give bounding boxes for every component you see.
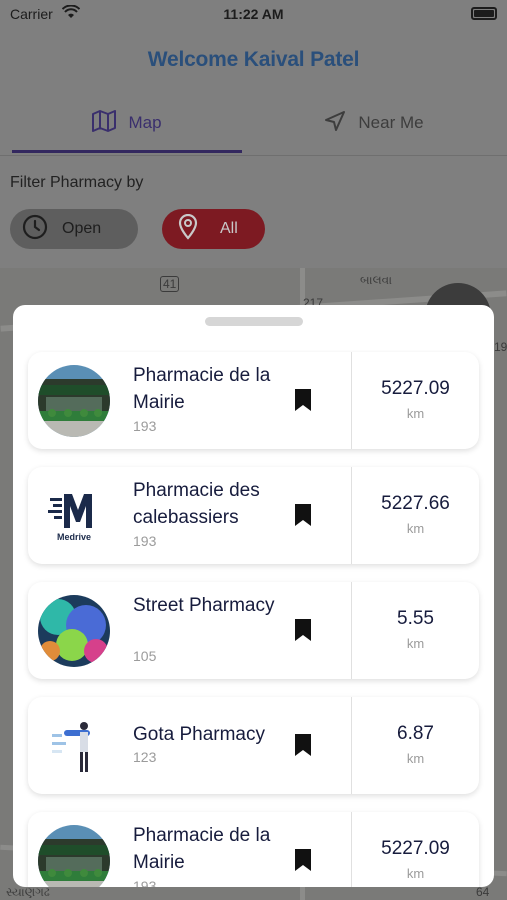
map-road-label: 41 <box>160 276 180 292</box>
pharmacy-bottom-sheet[interactable]: Pharmacie de la Mairie 193 5227.09 km Me… <box>13 305 494 887</box>
pharmacy-count: 105 <box>133 648 157 664</box>
pharmacy-count: 123 <box>133 749 157 765</box>
tab-bar: Map Near Me <box>0 92 507 156</box>
pharmacy-card[interactable]: Gota Pharmacy 123 6.87 km <box>28 697 479 794</box>
map-road-label: 64 <box>476 885 490 899</box>
bookmark-icon[interactable] <box>294 388 312 412</box>
tab-map[interactable]: Map <box>12 92 242 154</box>
status-bar: Carrier 11:22 AM <box>0 0 507 28</box>
pharmacy-thumbnail <box>38 710 110 782</box>
card-divider <box>351 352 352 449</box>
distance-unit: km <box>406 751 425 766</box>
sheet-drag-handle[interactable] <box>205 317 303 326</box>
pharmacy-name: Pharmacie de la Mairie <box>133 365 271 413</box>
clock-time: 11:22 AM <box>223 6 284 22</box>
pharmacy-count: 193 <box>133 878 157 887</box>
distance-unit: km <box>406 866 425 881</box>
bookmark-icon[interactable] <box>294 733 312 757</box>
card-divider <box>351 467 352 564</box>
pharmacy-card[interactable]: Pharmacie de la Mairie 193 5227.09 km <box>28 352 479 449</box>
welcome-title: Welcome Kaival Patel <box>147 48 360 71</box>
medrive-logo: Medrive <box>38 480 110 552</box>
pharmacy-distance: 5227.09 <box>381 838 450 859</box>
pharmacy-count: 193 <box>133 533 157 549</box>
card-divider <box>351 697 352 794</box>
tab-near-me[interactable]: Near Me <box>254 92 494 154</box>
filter-open-label: Open <box>62 220 102 237</box>
pharmacy-distance: 5.55 <box>397 608 434 629</box>
pharmacy-count: 193 <box>133 418 157 434</box>
filter-label: Filter Pharmacy by <box>10 174 144 191</box>
filter-all-chip[interactable]: All <box>162 209 265 249</box>
pharmacy-thumbnail <box>38 825 110 887</box>
pharmacy-distance: 6.87 <box>397 723 434 744</box>
map-place-label: સ્યાણગઢ <box>6 885 50 899</box>
active-tab-indicator <box>12 150 242 153</box>
pharmacy-thumbnail <box>38 595 110 667</box>
clock-icon <box>22 214 48 245</box>
pharmacy-card[interactable]: Pharmacie de la Mairie 193 5227.09 km <box>28 812 479 887</box>
pharmacy-distance: 5227.66 <box>381 493 450 514</box>
tab-near-me-label: Near Me <box>358 113 424 132</box>
bookmark-icon[interactable] <box>294 848 312 872</box>
pharmacy-card[interactable]: Street Pharmacy 105 5.55 km <box>28 582 479 679</box>
pharmacy-name: Pharmacie des calebassiers <box>133 480 260 528</box>
medrive-logo-text: Medrive <box>56 532 91 542</box>
map-place-label: બાલવા <box>360 273 393 287</box>
map-road-label: 192 <box>494 340 507 354</box>
pharmacy-distance: 5227.09 <box>381 378 450 399</box>
battery-icon <box>471 7 497 20</box>
navigation-arrow-icon <box>324 110 346 137</box>
tab-map-label: Map <box>128 113 162 132</box>
distance-unit: km <box>406 521 425 536</box>
bookmark-icon[interactable] <box>294 618 312 642</box>
map-icon <box>92 109 117 137</box>
location-pin-icon <box>178 213 198 245</box>
filter-open-chip[interactable]: Open <box>10 209 138 249</box>
pharmacy-thumbnail <box>38 365 110 437</box>
pharmacy-name: Street Pharmacy <box>133 595 275 616</box>
distance-unit: km <box>406 636 425 651</box>
pharmacy-name: Pharmacie de la Mairie <box>133 825 271 873</box>
card-divider <box>351 582 352 679</box>
bookmark-icon[interactable] <box>294 503 312 527</box>
pharmacy-list[interactable]: Pharmacie de la Mairie 193 5227.09 km Me… <box>13 350 494 887</box>
filter-all-label: All <box>220 220 238 237</box>
pharmacy-card[interactable]: Medrive Pharmacie des calebassiers 193 5… <box>28 467 479 564</box>
distance-unit: km <box>406 406 425 421</box>
app-header-section: Welcome Kaival Patel Map Near Me Filter … <box>0 28 507 268</box>
